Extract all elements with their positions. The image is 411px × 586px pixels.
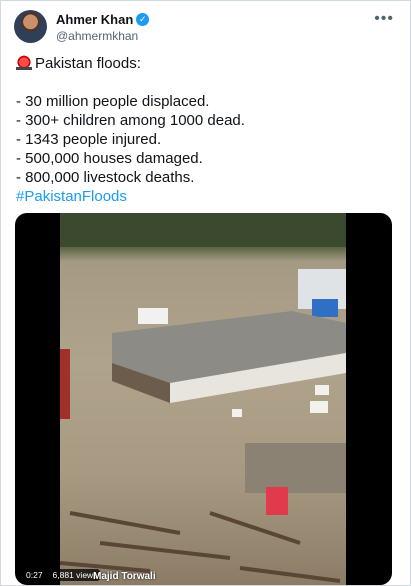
tweet-card: Ahmer Khan ✓ @ahmermkhan ••• Pakistan fl… [0, 0, 411, 586]
author-row: Ahmer Khan ✓ [56, 12, 150, 27]
more-options-icon[interactable]: ••• [374, 10, 394, 28]
siren-icon [16, 55, 32, 70]
tweet-line: - 1343 people injured. [16, 131, 162, 148]
video-overlay: 0:27 6,881 views [23, 569, 101, 581]
flood-video-frame [60, 213, 346, 585]
video-player[interactable]: 0:27 6,881 views Majid Torwali [15, 213, 392, 585]
tweet-text: Pakistan floods: - 30 million people dis… [16, 54, 396, 206]
tweet-line: - 800,000 livestock deaths. [16, 169, 195, 186]
video-watermark: Majid Torwali [93, 571, 156, 582]
tweet-line-title: Pakistan floods: [16, 54, 396, 73]
author-name[interactable]: Ahmer Khan [56, 12, 133, 27]
video-time: 0:27 [23, 569, 46, 581]
tweet-line: - 500,000 houses damaged. [16, 150, 203, 167]
verified-badge-icon: ✓ [136, 13, 150, 26]
tweet-line: - 300+ children among 1000 dead. [16, 112, 245, 129]
hashtag-link[interactable]: #PakistanFloods [16, 187, 396, 206]
author-handle[interactable]: @ahmermkhan [56, 29, 138, 43]
avatar[interactable] [14, 10, 47, 43]
tweet-line: - 30 million people displaced. [16, 93, 210, 110]
flood-scene [60, 213, 346, 583]
